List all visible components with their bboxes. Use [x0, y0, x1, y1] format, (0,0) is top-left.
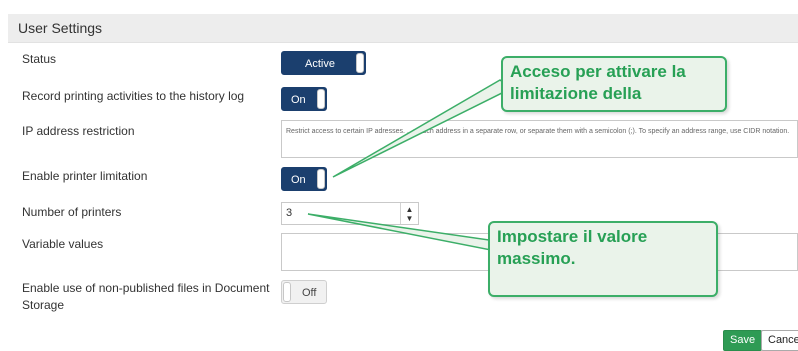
bottom-callout: Impostare il valore massimo. — [488, 221, 718, 297]
save-button[interactable]: Save — [723, 330, 763, 351]
up-down-arrows-icon[interactable]: ▲ ▼ — [400, 203, 418, 224]
panel-header: User Settings — [8, 14, 798, 43]
ip-restriction-textarea[interactable]: Restrict access to certain IP adresses. … — [281, 120, 798, 158]
toggle-knob — [356, 53, 364, 73]
number-of-printers-input[interactable]: 3 ▲ ▼ — [281, 202, 419, 225]
variable-values-label: Variable values — [22, 237, 104, 251]
nonpublished-files-toggle[interactable]: Off — [281, 280, 327, 304]
cancel-button[interactable]: Cancel — [761, 330, 798, 351]
record-history-label: Record printing activities to the histor… — [22, 89, 245, 103]
toggle-knob — [317, 169, 325, 189]
panel-title: User Settings — [18, 20, 103, 36]
number-of-printers-label: Number of printers — [22, 205, 122, 219]
toggle-knob — [283, 282, 291, 302]
status-toggle-text: Active — [305, 58, 335, 70]
top-callout: Acceso per attivare la limitazione della — [501, 56, 727, 112]
nonpublished-files-label: Enable use of non-published files in Doc… — [22, 281, 270, 312]
printer-limitation-label: Enable printer limitation — [22, 169, 148, 183]
record-history-toggle-text: On — [291, 94, 306, 106]
toggle-knob — [317, 89, 325, 109]
status-toggle[interactable]: Active — [281, 51, 366, 75]
printer-limitation-toggle-text: On — [291, 174, 306, 186]
record-history-toggle[interactable]: On — [281, 87, 327, 111]
number-of-printers-value: 3 — [286, 207, 293, 219]
status-label: Status — [22, 52, 57, 66]
ip-restriction-label: IP address restriction — [22, 124, 135, 138]
printer-limitation-toggle[interactable]: On — [281, 167, 327, 191]
nonpublished-files-toggle-text: Off — [302, 287, 317, 299]
